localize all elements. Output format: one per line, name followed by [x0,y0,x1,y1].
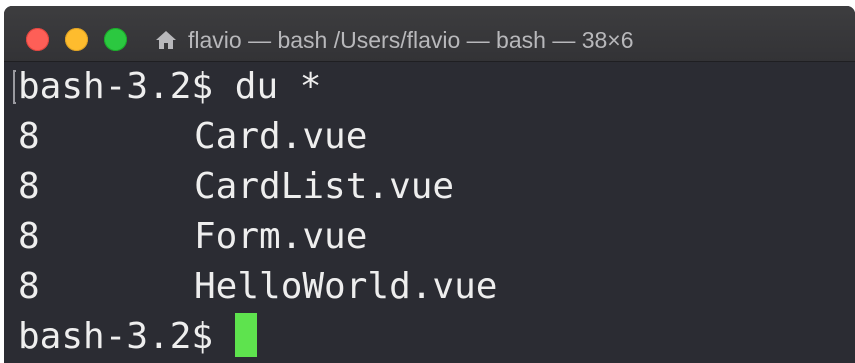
terminal-window: flavio — bash /Users/flavio — bash — 38×… [4,6,855,363]
minimize-button[interactable] [65,28,88,51]
output-filename: CardList.vue [194,166,455,207]
zoom-button[interactable] [104,28,127,51]
terminal-content[interactable]: bash-3.2$ du * 8 Card.vue 8 CardList.vue 8… [4,62,855,363]
output-size: 8 [18,116,40,157]
output-filename: Form.vue [194,216,368,257]
output-size: 8 [18,216,40,257]
output-filename: Card.vue [194,116,368,157]
window-title-area: flavio — bash /Users/flavio — bash — 38×… [154,25,634,55]
command-text: du * [234,66,322,107]
text-cursor [235,313,258,357]
command-line: bash-3.2$ du * [18,62,321,112]
output-size: 8 [18,166,40,207]
output-row: 8 HelloWorld.vue [18,262,497,312]
output-row: 8 CardList.vue [18,162,454,212]
output-size: 8 [18,266,40,307]
close-button[interactable] [26,28,49,51]
selection-marker [13,70,16,104]
window-title: flavio — bash /Users/flavio — bash — 38×… [188,26,634,53]
output-row: 8 Card.vue [18,112,367,162]
prompt: bash-3.2$ [18,66,214,107]
current-prompt-line[interactable]: bash-3.2$ [18,312,258,362]
output-filename: HelloWorld.vue [194,266,498,307]
prompt: bash-3.2$ [18,316,214,357]
home-icon [156,31,176,49]
output-row: 8 Form.vue [18,212,367,262]
title-bar[interactable]: flavio — bash /Users/flavio — bash — 38×… [4,6,855,62]
